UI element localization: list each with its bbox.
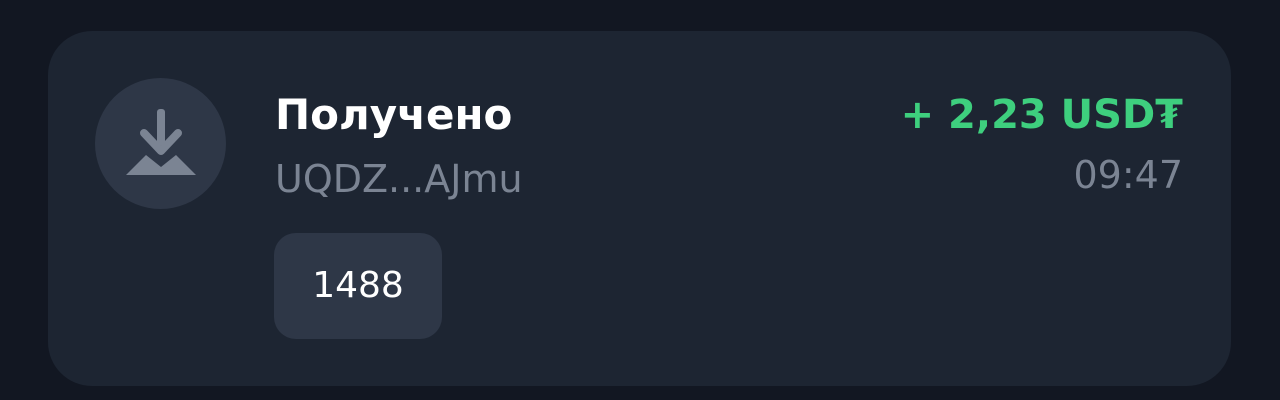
transaction-type-avatar — [95, 78, 226, 209]
transaction-card[interactable]: Получено UQDZ...AJmu + 2,23 USD₮ 09:47 1… — [48, 31, 1231, 386]
download-icon — [125, 108, 196, 175]
transaction-time: 09:47 — [1073, 153, 1183, 197]
transaction-status: Получено — [275, 90, 513, 139]
transaction-amount: + 2,23 USD₮ — [900, 92, 1183, 138]
comment-bubble: 1488 — [274, 233, 442, 339]
sender-address: UQDZ...AJmu — [275, 157, 523, 201]
comment-text: 1488 — [312, 265, 404, 306]
